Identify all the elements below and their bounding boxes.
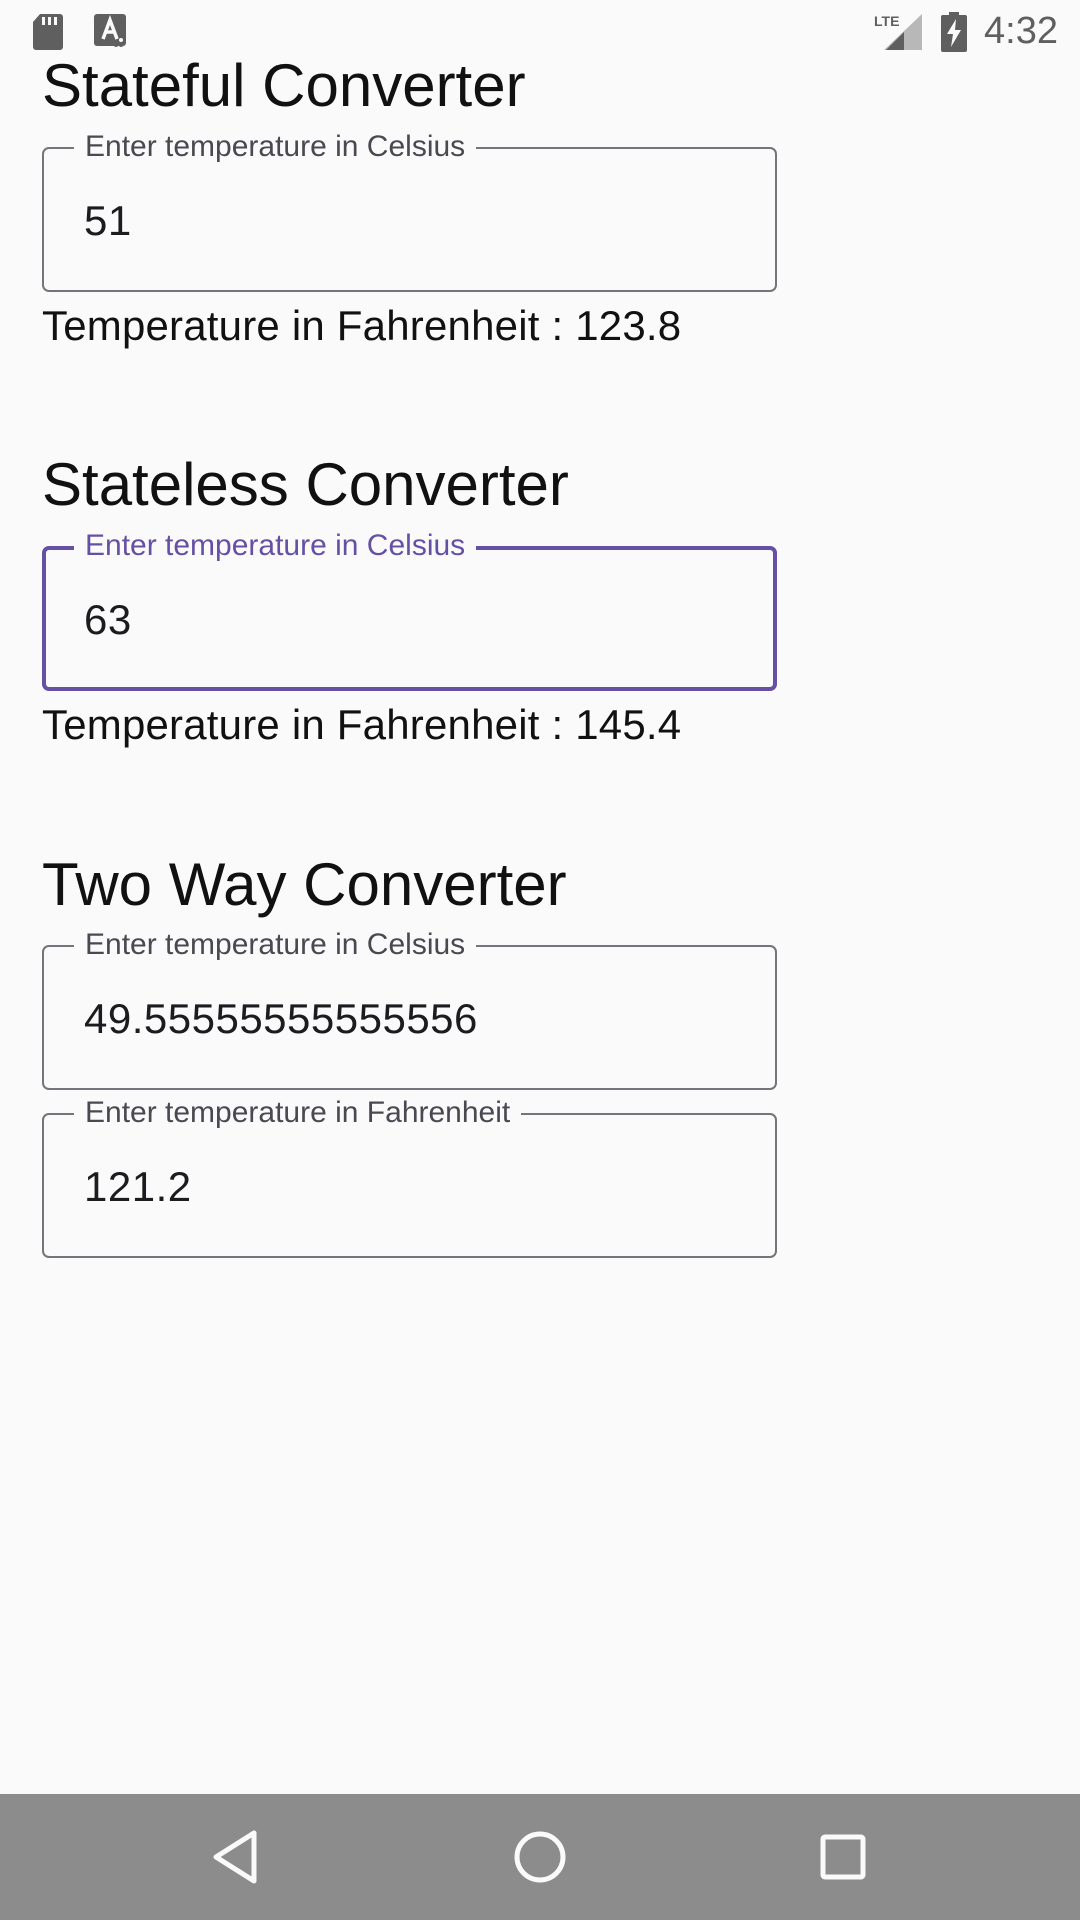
back-icon[interactable] <box>204 1824 270 1890</box>
stateless-celsius-input[interactable]: 63 <box>84 596 132 644</box>
navigation-bar <box>0 1794 1080 1920</box>
status-time: 4:32 <box>984 10 1058 52</box>
stateless-celsius-label: Enter temperature in Celsius <box>74 528 477 564</box>
stateful-converter-title: Stateful Converter <box>42 52 526 119</box>
two-way-fahrenheit-input[interactable]: 121.2 <box>84 1163 192 1211</box>
recents-icon[interactable] <box>810 1824 876 1890</box>
battery-charging-icon <box>940 12 968 57</box>
stateful-celsius-input[interactable]: 51 <box>84 197 132 245</box>
two-way-fahrenheit-field[interactable]: Enter temperature in Fahrenheit 121.2 <box>42 1095 777 1258</box>
two-way-celsius-field[interactable]: Enter temperature in Celsius 49.55555555… <box>42 927 777 1090</box>
stateful-celsius-field[interactable]: Enter temperature in Celsius 51 <box>42 129 777 292</box>
two-way-celsius-input[interactable]: 49.55555555555556 <box>84 995 478 1043</box>
lte-signal-icon: LTE <box>874 12 924 57</box>
stateless-fahrenheit-result: Temperature in Fahrenheit : 145.4 <box>42 701 682 748</box>
stateful-fahrenheit-result: Temperature in Fahrenheit : 123.8 <box>42 302 682 349</box>
svg-text:LTE: LTE <box>874 13 899 29</box>
stateless-celsius-field[interactable]: Enter temperature in Celsius 63 <box>42 528 777 691</box>
sd-card-icon <box>32 14 64 55</box>
two-way-celsius-label: Enter temperature in Celsius <box>74 927 477 963</box>
two-way-fahrenheit-label: Enter temperature in Fahrenheit <box>74 1095 522 1131</box>
home-icon[interactable] <box>507 1824 573 1890</box>
stateless-converter-title: Stateless Converter <box>42 451 569 518</box>
app-screen: LTE 4:32 Stateful Converter Enter temper… <box>0 0 1080 1920</box>
two-way-converter-title: Two Way Converter <box>42 851 567 918</box>
font-accessibility-icon <box>94 14 126 55</box>
stateful-celsius-label: Enter temperature in Celsius <box>74 129 477 165</box>
